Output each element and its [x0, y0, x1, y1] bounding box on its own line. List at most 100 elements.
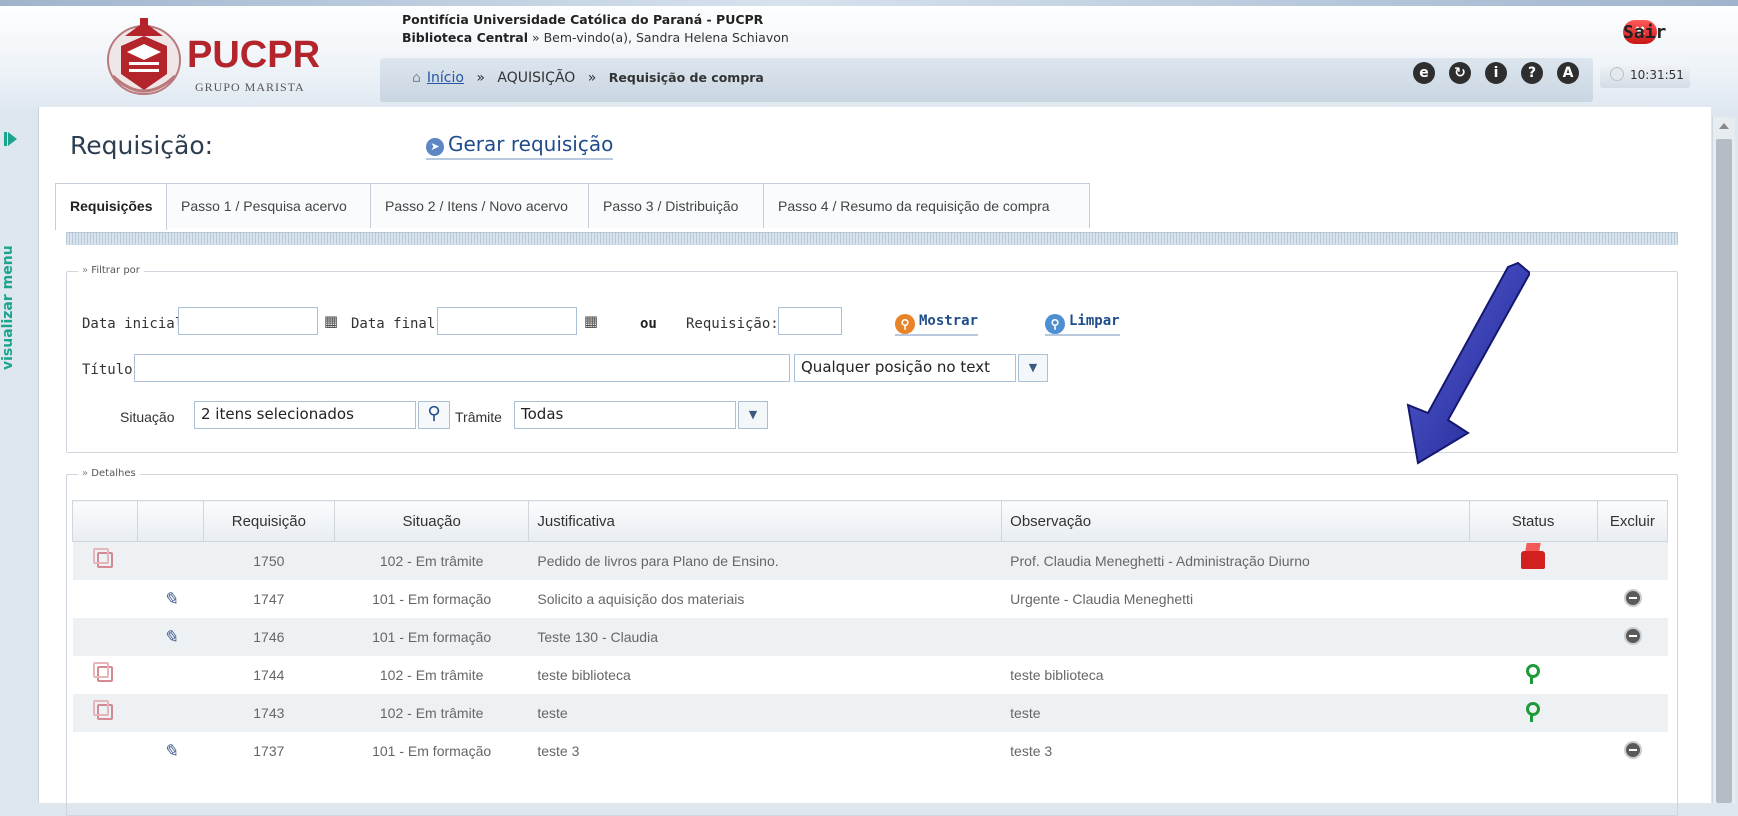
table-row[interactable]: 1750 102 - Em trâmite Pedido de livros par…: [72, 541, 1668, 580]
pencil-icon[interactable]: ✎: [163, 589, 178, 610]
status-cell[interactable]: [1469, 694, 1598, 732]
workflow-select[interactable]: Todas: [514, 401, 736, 429]
delete-icon[interactable]: [1623, 588, 1642, 607]
requisition-number: 1737: [253, 743, 285, 759]
requisition-justification: Solicito a aquisição dos materiais: [537, 591, 745, 607]
delete-cell: [1597, 656, 1667, 694]
edit-cell[interactable]: ✎: [138, 732, 203, 770]
delete-cell[interactable]: [1597, 732, 1667, 770]
copy-icon[interactable]: [93, 661, 114, 682]
copy-icon[interactable]: [93, 699, 114, 720]
tab-passo-2[interactable]: Passo 2 / Itens / Novo acervo: [371, 183, 589, 228]
filter-legend-text: Filtrar por: [91, 265, 140, 276]
vertical-scrollbar[interactable]: [1712, 117, 1735, 803]
table-row[interactable]: ✎ 1746 101 - Em formação Teste 130 - Claudi…: [72, 618, 1668, 656]
requisition-number: 1747: [253, 591, 285, 607]
help-icon[interactable]: ?: [1521, 62, 1543, 84]
requisitions-table: Requisição Situação Justificativa Observ…: [71, 500, 1669, 770]
chevron-down-icon[interactable]: ▼: [738, 401, 768, 429]
breadcrumb-current: Requisição de compra: [608, 70, 764, 85]
filter-legend: » Filtrar por: [78, 265, 144, 276]
delete-cell: [1597, 541, 1668, 580]
user-icon[interactable]: A: [1557, 62, 1579, 84]
logout-button[interactable]: ✖ Sair: [1623, 20, 1666, 44]
title-input[interactable]: [134, 354, 790, 382]
pucpr-logo[interactable]: PUCPR GRUPO MARISTA: [105, 12, 320, 104]
home-icon: ⌂: [412, 70, 421, 86]
status-multiselect[interactable]: 2 itens selecionados: [194, 401, 416, 429]
tracking-status-icon[interactable]: [1526, 701, 1541, 722]
pencil-icon[interactable]: ✎: [163, 627, 178, 648]
breadcrumb: ⌂ Início » AQUISIÇÃO » Requisição de comp…: [412, 70, 764, 86]
column-header-status[interactable]: Status: [1468, 500, 1598, 542]
refresh-icon[interactable]: ↻: [1449, 62, 1471, 84]
end-date-input[interactable]: [437, 307, 577, 335]
requisition-justification: Pedido de livros para Plano de Ensino.: [528, 541, 1002, 580]
table-row[interactable]: 1743 102 - Em trâmite teste teste: [72, 694, 1668, 732]
browser-icon[interactable]: e: [1413, 62, 1435, 84]
table-row[interactable]: ✎ 1747 101 - Em formação Solicito a aquisiç…: [73, 580, 1668, 618]
show-menu-toggle[interactable]: visualizar menu: [0, 245, 16, 370]
welcome-text: » Bem-vindo(a), Sandra Helena Schiavon: [531, 30, 789, 45]
status-cell[interactable]: [1469, 541, 1598, 580]
copy-cell[interactable]: [73, 656, 138, 694]
breadcrumb-home-link[interactable]: Início: [427, 70, 464, 86]
delete-cell[interactable]: [1597, 580, 1667, 618]
status-cell[interactable]: [1469, 656, 1597, 694]
table-row[interactable]: 1744 102 - Em trâmite teste biblioteca test…: [73, 656, 1668, 694]
info-icon[interactable]: i: [1485, 62, 1507, 84]
table-row[interactable]: ✎ 1737 101 - Em formação teste 3 teste 3: [73, 732, 1668, 770]
edit-cell[interactable]: ✎: [137, 618, 204, 656]
scroll-up-icon[interactable]: [1719, 123, 1729, 129]
column-header-observacao[interactable]: Observação: [1001, 500, 1470, 542]
logout-label: Sair: [1623, 21, 1667, 43]
copy-cell[interactable]: [72, 694, 138, 732]
clock-icon: [1610, 67, 1624, 81]
requisition-justification: teste biblioteca: [537, 667, 631, 683]
delete-cell[interactable]: [1597, 618, 1668, 656]
pucpr-crest-icon: [107, 18, 181, 95]
edit-cell: [137, 541, 204, 580]
generate-requisition-button[interactable]: ➤ Gerar requisição: [426, 132, 614, 160]
scrollbar-thumb[interactable]: [1716, 139, 1732, 803]
tab-requisicoes[interactable]: Requisições: [55, 183, 167, 230]
requisition-input[interactable]: [778, 307, 842, 335]
chevron-down-icon[interactable]: ▼: [1018, 354, 1048, 382]
tab-divider: [66, 232, 1678, 245]
copy-cell[interactable]: [72, 541, 138, 580]
welcome-line: Biblioteca Central » Bem-vindo(a), Sandr…: [402, 30, 789, 45]
show-button[interactable]: ⚲ Mostrar: [895, 313, 979, 336]
requisition-observation: Prof. Claudia Meneghetti - Administração…: [1001, 541, 1470, 580]
requisition-situation: 102 - Em trâmite: [334, 541, 529, 580]
clear-button[interactable]: ⚲ Limpar: [1045, 313, 1120, 336]
column-header-requisicao[interactable]: Requisição: [202, 500, 335, 542]
expand-menu-icon[interactable]: [8, 132, 17, 146]
copy-cell: [73, 580, 138, 618]
requisition-observation: Urgente - Claudia Meneghetti: [1010, 591, 1194, 607]
search-icon[interactable]: ⚲: [418, 401, 450, 429]
start-date-label: Data inicial:: [82, 316, 192, 332]
calendar-icon[interactable]: ▦: [321, 311, 341, 331]
tab-passo-1[interactable]: Passo 1 / Pesquisa acervo: [167, 183, 371, 228]
delete-icon[interactable]: [1623, 740, 1642, 759]
edit-cell[interactable]: ✎: [138, 580, 203, 618]
copy-icon[interactable]: [93, 547, 114, 568]
menu-toggle-bar[interactable]: [4, 132, 7, 146]
position-select[interactable]: Qualquer posição no text: [794, 354, 1016, 382]
pencil-icon[interactable]: ✎: [163, 741, 178, 762]
sent-status-icon[interactable]: [1521, 550, 1546, 569]
copy-cell: [72, 618, 138, 656]
requisition-number: 1743: [203, 694, 335, 732]
start-date-input[interactable]: [178, 307, 318, 335]
step-tabs: Requisições Passo 1 / Pesquisa acervo Pa…: [55, 183, 1090, 230]
delete-cell: [1597, 694, 1668, 732]
tracking-status-icon[interactable]: [1526, 663, 1541, 684]
calendar-icon[interactable]: ▦: [581, 311, 601, 331]
tab-passo-4[interactable]: Passo 4 / Resumo da requisição de compra: [764, 183, 1090, 228]
details-legend: » Detalhes: [78, 468, 140, 479]
tab-passo-3[interactable]: Passo 3 / Distribuição: [589, 183, 764, 228]
column-header-justificativa[interactable]: Justificativa: [528, 500, 1003, 542]
logo-name: PUCPR: [187, 34, 321, 76]
delete-icon[interactable]: [1623, 626, 1642, 645]
column-header-situacao[interactable]: Situação: [333, 500, 530, 542]
